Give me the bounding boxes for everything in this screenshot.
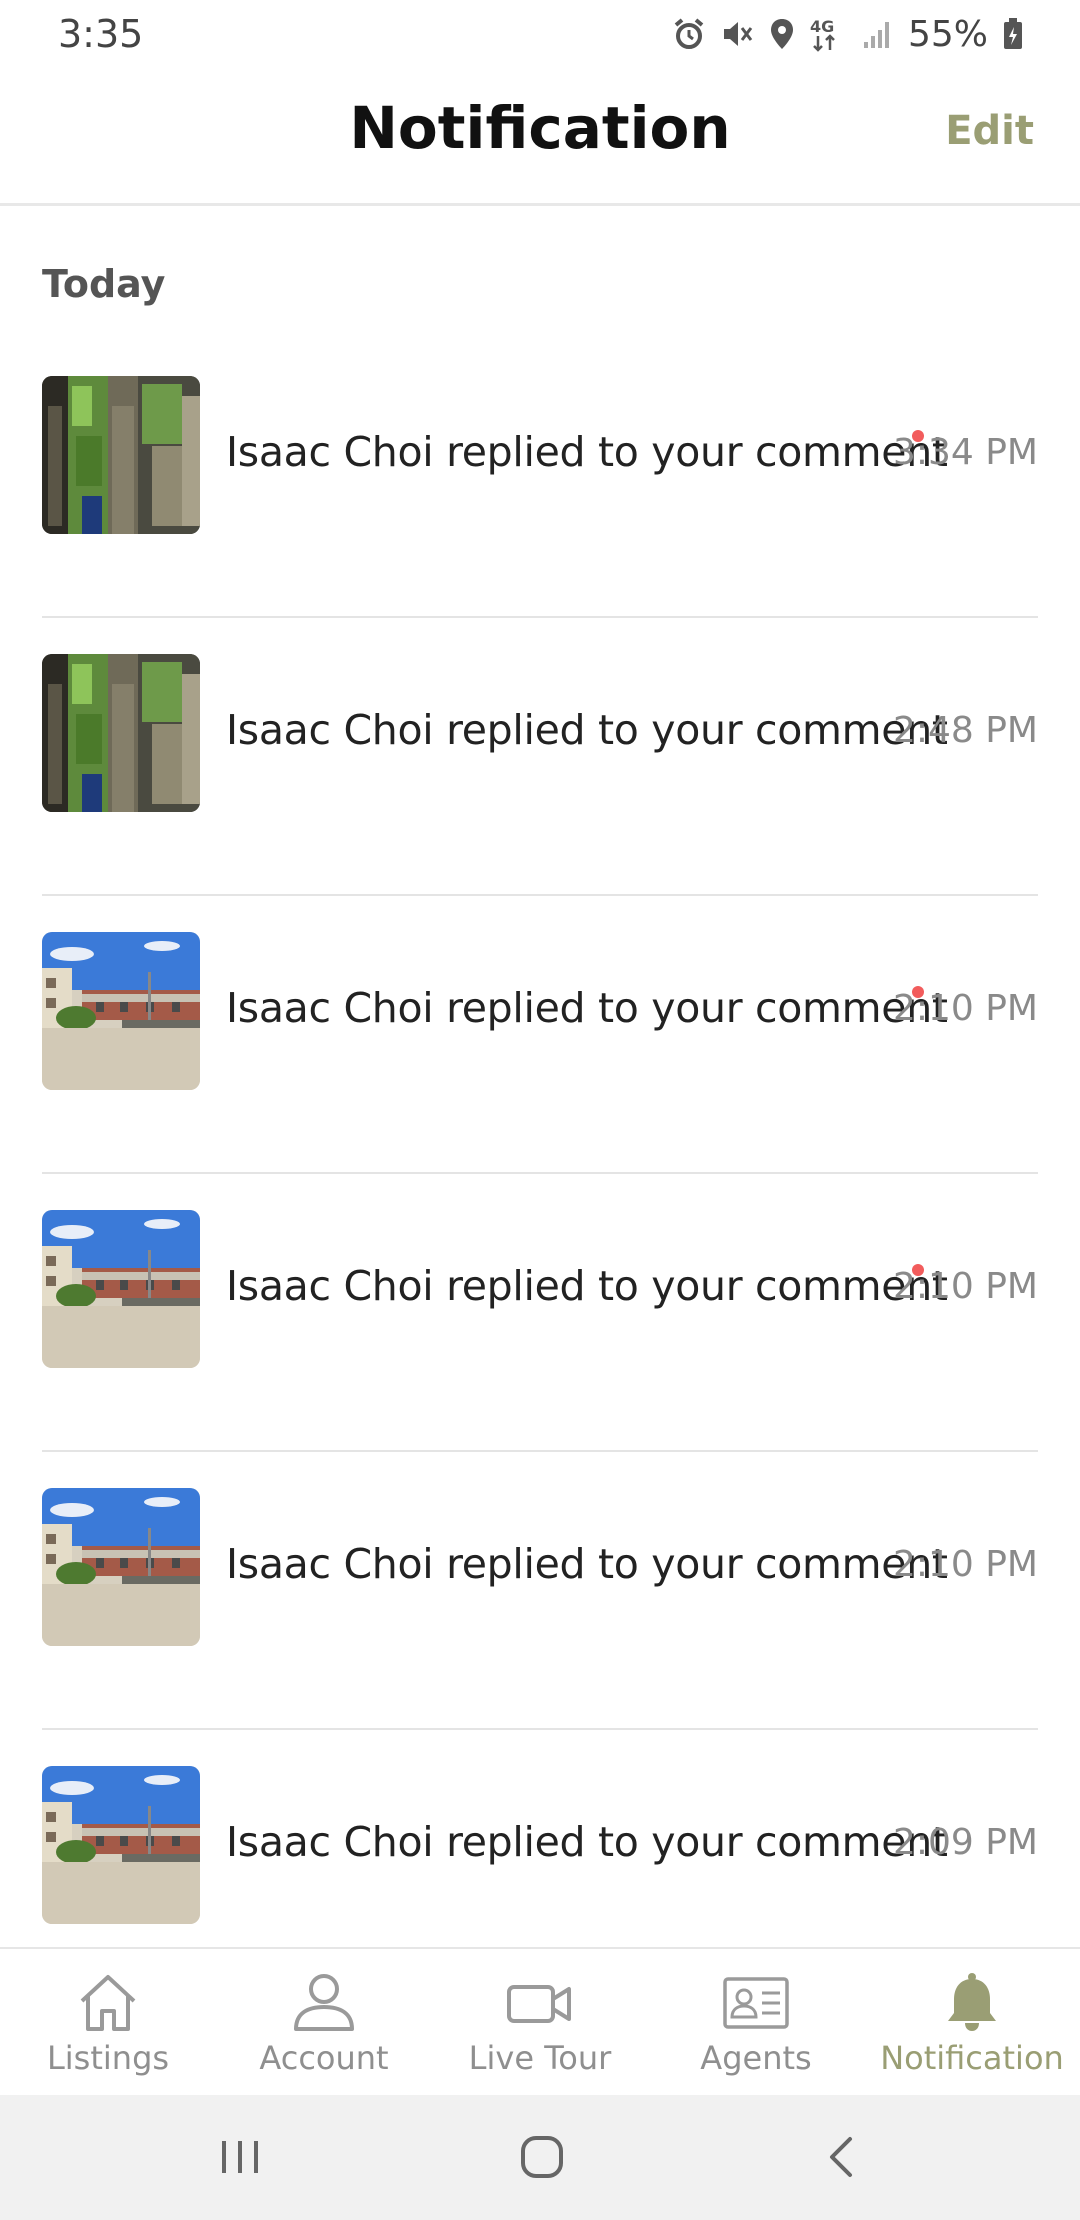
notification-time: 2:48 PM <box>892 710 1038 751</box>
recent-apps-icon <box>222 2141 258 2173</box>
notification-thumbnail <box>42 1488 200 1646</box>
tab-agents-label: Agents <box>700 2039 812 2077</box>
tab-notification-label: Notification <box>880 2039 1064 2077</box>
tab-account-label: Account <box>259 2039 389 2077</box>
shelf-photo-image <box>42 654 200 812</box>
tab-agents[interactable]: Agents <box>648 1949 864 2095</box>
notification-item[interactable]: Isaac Choi replied to your comment 2:10 P… <box>0 896 1080 1174</box>
notification-thumbnail <box>42 1766 200 1924</box>
notification-time: 2:10 PM <box>892 988 1038 1029</box>
header: Notification Edit <box>0 68 1080 206</box>
bottom-nav: Listings Account Live Tour Agents Notifi… <box>0 1947 1080 2095</box>
network-4g-icon: 4G <box>810 16 848 52</box>
tab-account[interactable]: Account <box>216 1949 432 2095</box>
notification-list: Isaac Choi replied to your comment 3:34 P… <box>0 340 1080 2008</box>
battery-percent: 55% <box>907 13 988 55</box>
home-circle-icon <box>521 2136 563 2178</box>
notification-text: Isaac Choi replied to your comment <box>226 428 948 476</box>
shelf-photo-image <box>42 376 200 534</box>
courtyard-photo-image <box>42 1766 200 1924</box>
notification-time: 3:34 PM <box>892 432 1038 473</box>
battery-icon <box>1002 17 1024 51</box>
alarm-icon <box>672 17 706 51</box>
home-button[interactable] <box>518 2133 566 2186</box>
mute-icon <box>720 17 754 51</box>
recent-apps-button[interactable] <box>218 2133 262 2186</box>
courtyard-photo-image <box>42 1488 200 1646</box>
notification-item[interactable]: Isaac Choi replied to your comment 2:10 P… <box>0 1452 1080 1730</box>
tab-listings-label: Listings <box>46 2039 170 2077</box>
system-nav-bar <box>0 2095 1080 2220</box>
id-card-icon <box>723 1977 789 2029</box>
tab-listings[interactable]: Listings <box>0 1949 216 2095</box>
notification-text: Isaac Choi replied to your comment <box>226 1818 948 1866</box>
page-title: Notification <box>349 94 731 162</box>
status-bar: 3:35 4G 55% <box>0 0 1080 68</box>
tab-notification[interactable]: Notification <box>864 1949 1080 2095</box>
courtyard-photo-image <box>42 932 200 1090</box>
notification-item[interactable]: Isaac Choi replied to your comment 2:10 P… <box>0 1174 1080 1452</box>
notification-thumbnail <box>42 376 200 534</box>
location-icon <box>768 17 796 51</box>
person-icon <box>294 1974 354 2031</box>
notification-thumbnail <box>42 1210 200 1368</box>
notification-text: Isaac Choi replied to your comment <box>226 984 948 1032</box>
courtyard-photo-image <box>42 1210 200 1368</box>
svg-text:4G: 4G <box>810 17 834 36</box>
notification-thumbnail <box>42 932 200 1090</box>
signal-icon <box>862 18 894 50</box>
notification-text: Isaac Choi replied to your comment <box>226 1262 948 1310</box>
section-label-today: Today <box>42 262 166 306</box>
back-button[interactable] <box>822 2133 862 2186</box>
notification-time: 2:10 PM <box>892 1544 1038 1585</box>
notification-thumbnail <box>42 654 200 812</box>
notification-item[interactable]: Isaac Choi replied to your comment 2:48 P… <box>0 618 1080 896</box>
notification-text: Isaac Choi replied to your comment <box>226 706 948 754</box>
tab-live-tour-label: Live Tour <box>468 2039 612 2077</box>
status-icons: 4G 55% <box>672 10 1024 58</box>
status-time: 3:35 <box>58 12 144 56</box>
home-icon <box>80 1975 136 2031</box>
video-camera-icon <box>507 1985 571 2023</box>
tab-live-tour[interactable]: Live Tour <box>432 1949 648 2095</box>
bell-icon <box>948 1973 996 2031</box>
notification-time: 2:09 PM <box>892 1822 1038 1863</box>
back-chevron-icon <box>830 2137 852 2177</box>
edit-button[interactable]: Edit <box>945 108 1034 154</box>
notification-text: Isaac Choi replied to your comment <box>226 1540 948 1588</box>
notification-item[interactable]: Isaac Choi replied to your comment 3:34 P… <box>0 340 1080 618</box>
notification-time: 2:10 PM <box>892 1266 1038 1307</box>
